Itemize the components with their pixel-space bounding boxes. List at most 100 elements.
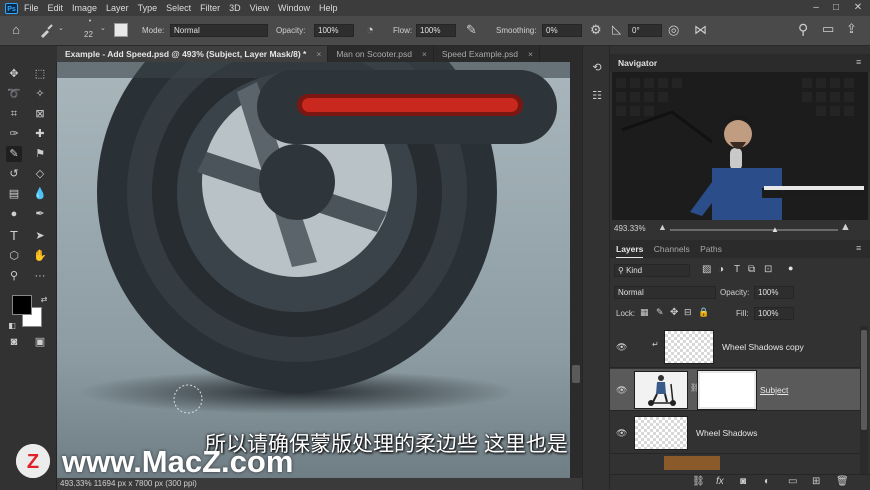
mode-select[interactable]: Normal bbox=[170, 24, 268, 37]
close-icon[interactable]: × bbox=[422, 49, 427, 59]
zoom-slider[interactable] bbox=[670, 229, 838, 231]
gradient-icon[interactable]: ▤ bbox=[6, 186, 22, 202]
close-icon[interactable]: × bbox=[316, 49, 321, 59]
brush-tool-icon[interactable] bbox=[38, 23, 54, 39]
type-tool-icon[interactable]: T bbox=[6, 228, 22, 244]
workspace-icon[interactable]: ▭ bbox=[822, 21, 834, 37]
history-panel-icon[interactable]: ⟲ bbox=[589, 60, 605, 76]
filter-toggle-icon[interactable]: ● bbox=[788, 263, 793, 273]
pen-tool-icon[interactable]: ✒ bbox=[32, 206, 48, 222]
chevron-down-icon[interactable]: ⌄ bbox=[58, 24, 64, 32]
tab-example-add-speed[interactable]: Example - Add Speed.psd @ 493% (Subject,… bbox=[57, 46, 329, 62]
trash-icon[interactable]: 🗑 bbox=[836, 476, 849, 487]
panel-menu-icon[interactable]: ≡ bbox=[856, 57, 861, 67]
navigator-preview[interactable] bbox=[612, 72, 868, 220]
marquee-tool-icon[interactable]: ⬚ bbox=[32, 66, 48, 82]
layer-opacity-field[interactable]: 100% bbox=[754, 286, 794, 299]
smoothing-field[interactable]: 0% bbox=[542, 24, 582, 37]
search-icon[interactable]: ⚲ bbox=[798, 21, 808, 38]
lock-transparency-icon[interactable]: ▦ bbox=[640, 307, 649, 318]
menu-layer[interactable]: Layer bbox=[106, 0, 129, 16]
tab-paths[interactable]: Paths bbox=[700, 240, 722, 258]
zoom-in-icon[interactable]: ▲ bbox=[840, 221, 851, 233]
visibility-eye-icon[interactable]: 👁 bbox=[616, 385, 627, 396]
screen-mode-icon[interactable]: ▣ bbox=[32, 334, 48, 350]
new-layer-icon[interactable]: ⊞ bbox=[812, 476, 820, 487]
menu-file[interactable]: File bbox=[24, 0, 39, 16]
swap-colors-icon[interactable]: ⇄ bbox=[36, 292, 52, 308]
menu-window[interactable]: Window bbox=[278, 0, 310, 16]
symmetry-icon[interactable]: ⋈ bbox=[694, 22, 707, 38]
new-group-icon[interactable]: ▭ bbox=[788, 476, 797, 487]
angle-icon[interactable]: ◺ bbox=[612, 22, 621, 36]
layer-name[interactable]: Subject bbox=[760, 385, 788, 395]
vertical-scrollbar[interactable] bbox=[570, 62, 582, 478]
minimize-icon[interactable]: – bbox=[806, 0, 826, 16]
close-icon[interactable]: × bbox=[528, 49, 533, 59]
dodge-tool-icon[interactable]: ● bbox=[6, 206, 22, 222]
pressure-opacity-icon[interactable]: ◔ bbox=[366, 22, 374, 37]
canvas[interactable] bbox=[57, 62, 570, 478]
layer-name[interactable]: Wheel Shadows copy bbox=[722, 342, 804, 352]
tab-speed-example[interactable]: Speed Example.psd × bbox=[434, 46, 540, 62]
maximize-icon[interactable]: □ bbox=[826, 0, 846, 16]
clone-stamp-icon[interactable]: ⚑ bbox=[32, 146, 48, 162]
home-icon[interactable]: ⌂ bbox=[8, 22, 24, 37]
more-tools-icon[interactable]: ··· bbox=[32, 268, 48, 284]
eraser-icon[interactable]: ◇ bbox=[32, 166, 48, 182]
share-icon[interactable]: ⇪ bbox=[846, 21, 857, 37]
gear-icon[interactable]: ⚙ bbox=[590, 22, 602, 38]
flow-field[interactable]: 100% bbox=[416, 24, 456, 37]
zoom-out-icon[interactable]: ▲ bbox=[658, 222, 667, 232]
opacity-field[interactable]: 100% bbox=[314, 24, 354, 37]
zoom-slider-handle[interactable]: ▲ bbox=[771, 225, 779, 234]
visibility-eye-icon[interactable]: 👁 bbox=[616, 428, 627, 439]
history-brush-icon[interactable]: ↺ bbox=[6, 166, 22, 182]
properties-panel-icon[interactable]: ☷ bbox=[589, 88, 605, 104]
magic-wand-icon[interactable]: ✧ bbox=[32, 86, 48, 102]
move-tool-icon[interactable]: ✥ bbox=[6, 66, 22, 82]
layer-row[interactable]: 👁 ↵ Wheel Shadows copy bbox=[610, 326, 860, 368]
frame-tool-icon[interactable]: ⊠ bbox=[32, 106, 48, 122]
adjustment-layer-icon[interactable]: ◐ bbox=[764, 476, 770, 487]
fill-field[interactable]: 100% bbox=[754, 307, 794, 320]
menu-view[interactable]: View bbox=[250, 0, 269, 16]
lasso-tool-icon[interactable]: ➰ bbox=[6, 86, 22, 102]
airbrush-icon[interactable]: ✎ bbox=[466, 22, 477, 38]
eyedropper-icon[interactable]: ✑ bbox=[6, 126, 22, 142]
menu-3d[interactable]: 3D bbox=[229, 0, 241, 16]
menu-filter[interactable]: Filter bbox=[200, 0, 220, 16]
filter-type-icon[interactable]: T bbox=[734, 264, 740, 275]
scrollbar-thumb[interactable] bbox=[861, 330, 867, 430]
menu-select[interactable]: Select bbox=[166, 0, 191, 16]
default-colors-icon[interactable]: ◧ bbox=[4, 318, 20, 334]
menu-edit[interactable]: Edit bbox=[48, 0, 64, 16]
fx-icon[interactable]: fx bbox=[716, 476, 724, 487]
pressure-size-icon[interactable]: ◎ bbox=[668, 22, 679, 38]
filter-shape-icon[interactable]: ⧉ bbox=[748, 264, 755, 275]
lock-artboard-icon[interactable]: ⊟ bbox=[684, 307, 692, 318]
close-window-icon[interactable]: ✕ bbox=[848, 0, 868, 16]
link-layers-icon[interactable]: ⛓ bbox=[692, 476, 705, 487]
filter-adjustment-icon[interactable]: ◑ bbox=[718, 264, 724, 275]
lock-position-icon[interactable]: ✥ bbox=[670, 307, 678, 318]
foreground-color-swatch[interactable] bbox=[12, 295, 32, 315]
blur-tool-icon[interactable]: 💧 bbox=[32, 186, 48, 202]
menu-help[interactable]: Help bbox=[319, 0, 338, 16]
brush-settings-icon[interactable] bbox=[114, 23, 128, 37]
path-selection-icon[interactable]: ➤ bbox=[32, 228, 48, 244]
lock-pixels-icon[interactable]: ✎ bbox=[656, 307, 664, 318]
scrollbar-thumb[interactable] bbox=[572, 365, 580, 383]
shape-tool-icon[interactable]: ⬡ bbox=[6, 248, 22, 264]
layers-menu-icon[interactable]: ≡ bbox=[856, 243, 861, 253]
hand-tool-icon[interactable]: ✋ bbox=[32, 248, 48, 264]
brush-preset-icon[interactable]: • bbox=[82, 18, 98, 25]
quick-mask-icon[interactable]: ◙ bbox=[6, 334, 22, 350]
layer-mask-thumbnail[interactable] bbox=[697, 370, 757, 410]
layer-name[interactable]: Wheel Shadows bbox=[696, 428, 757, 438]
tab-layers[interactable]: Layers bbox=[616, 241, 644, 258]
visibility-eye-icon[interactable]: 👁 bbox=[616, 342, 627, 353]
layers-scrollbar[interactable] bbox=[860, 326, 868, 476]
zoom-tool-icon[interactable]: ⚲ bbox=[6, 268, 22, 284]
tab-man-on-scooter[interactable]: Man on Scooter.psd × bbox=[328, 46, 434, 62]
